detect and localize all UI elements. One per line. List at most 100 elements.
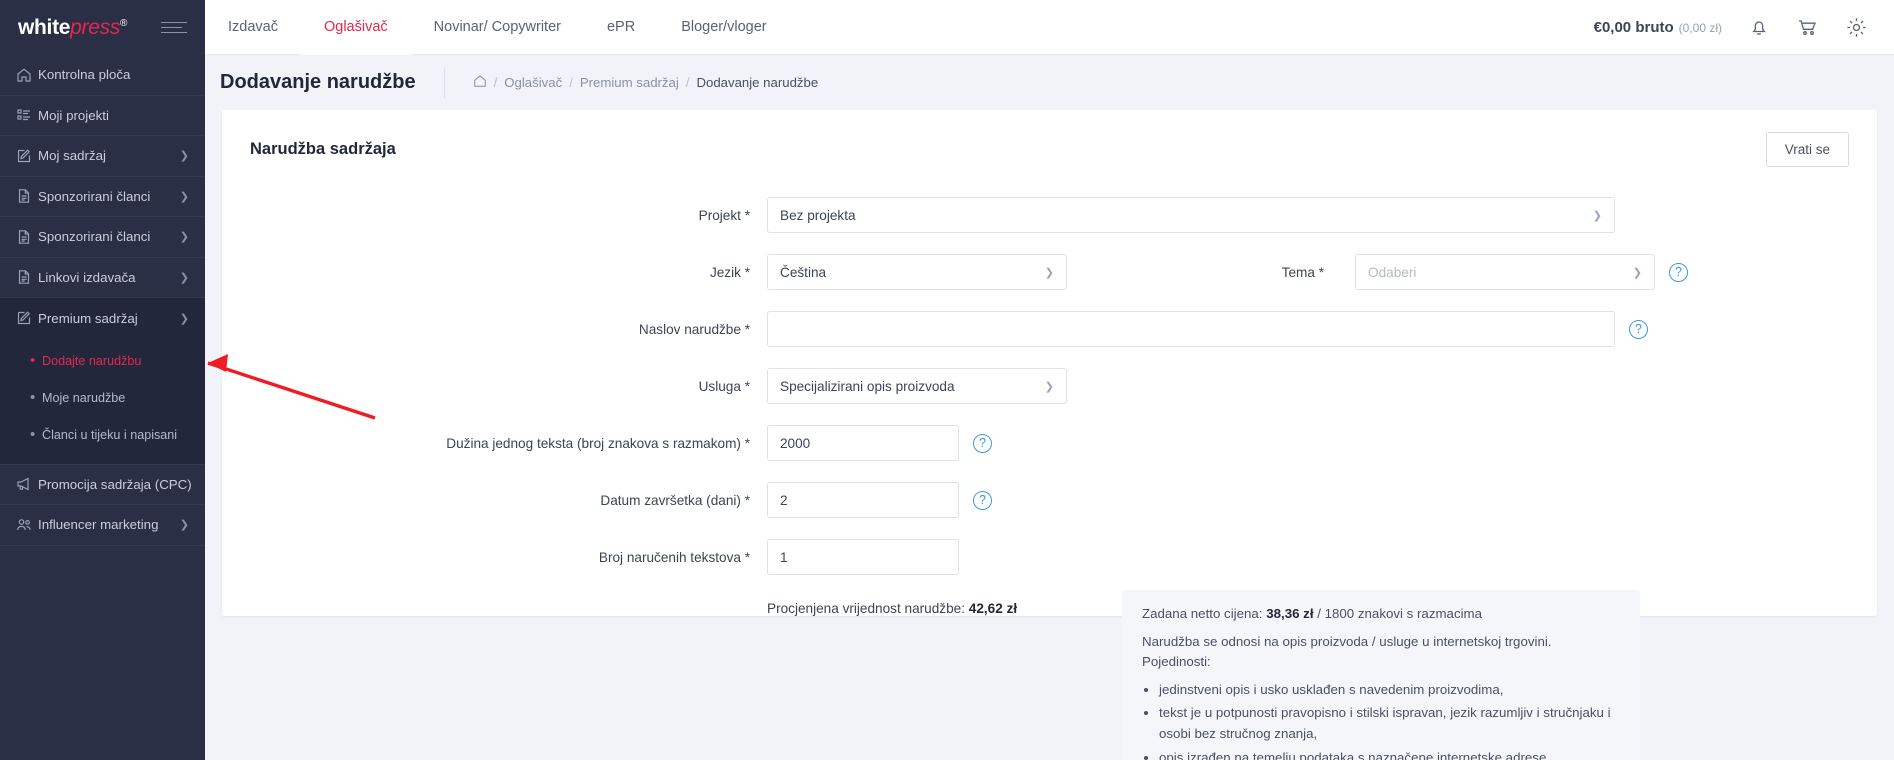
tab-label: Oglašivač — [323, 19, 388, 35]
tab-novinar-copywriter[interactable]: Novinar/ Copywriter — [411, 0, 584, 55]
text-length-help-icon[interactable]: ? — [973, 433, 992, 453]
topic-help-icon[interactable]: ? — [1669, 262, 1688, 282]
balance-amount: €0,00 bruto — [1593, 18, 1674, 36]
chevron-right-icon: ❯ — [179, 190, 189, 203]
language-value: Čeština — [780, 264, 827, 280]
form-row-deadline: Datum završetka (dani) * 2 ? — [222, 482, 1877, 518]
text-length-input[interactable]: 2000 — [767, 425, 959, 461]
chevron-down-icon: ❯ — [179, 312, 189, 325]
people-icon — [16, 517, 38, 533]
sidebar-item-promocija-sadrzaja[interactable]: Promocija sadržaja (CPC) — [0, 465, 205, 505]
project-control: Bez projekta ❯ — [767, 197, 1615, 233]
breadcrumb-item-premium-sadrzaj[interactable]: Premium sadržaj — [580, 75, 679, 90]
form-row-project: Projekt * Bez projekta ❯ — [222, 197, 1877, 233]
texts-count-label: Broj naručenih tekstova * — [598, 550, 750, 565]
tab-bloger-vloger[interactable]: Bloger/vloger — [658, 0, 789, 55]
cart-icon[interactable] — [1796, 16, 1819, 38]
form-row-order-title: Naslov narudžbe * ? — [222, 311, 1877, 347]
sidebar-group-premium-sadrzaj: Premium sadržaj ❯ • Dodajte narudžbu • M… — [0, 298, 205, 465]
info-price-value: 38,36 zł — [1266, 606, 1314, 621]
tab-label: Izdavač — [228, 19, 278, 35]
order-card: Narudžba sadržaja Vrati se Projekt * Bez… — [222, 110, 1877, 760]
tab-label: Novinar/ Copywriter — [433, 19, 561, 35]
form-row-texts-count: Broj naručenih tekstova * 1 — [222, 539, 1877, 575]
tab-izdavac[interactable]: Izdavač — [205, 0, 301, 55]
gear-icon[interactable] — [1845, 16, 1868, 39]
order-title-help-icon[interactable]: ? — [1629, 319, 1648, 339]
whitepress-logo[interactable]: whitepress® — [18, 16, 127, 40]
sidebar: whitepress® Kontrolna ploča Moji projekt… — [0, 0, 205, 760]
sidebar-item-label: Linkovi izdavača — [38, 269, 136, 285]
tab-epr[interactable]: ePR — [584, 0, 658, 55]
edit-icon — [16, 148, 38, 164]
deadline-label: Datum završetka (dani) * — [600, 493, 750, 508]
language-label: Jezik * — [709, 265, 750, 280]
info-intro: Narudžba se odnosi na opis proizvoda / u… — [1142, 633, 1552, 670]
breadcrumb-item-current: Dodavanje narudžbe — [696, 75, 819, 90]
document-icon — [16, 229, 38, 245]
home-icon[interactable] — [473, 74, 487, 91]
page-title: Dodavanje narudžbe — [220, 71, 416, 93]
sidebar-item-premium-sadrzaj[interactable]: Premium sadržaj ❯ — [0, 298, 205, 339]
topic-select[interactable]: Odaberi ❯ — [1355, 254, 1655, 290]
texts-count-input[interactable]: 1 — [767, 539, 959, 575]
form-row-language-topic: Jezik * Čeština ❯ Tema * Odaberi ❯ ? — [222, 254, 1877, 290]
sidebar-subitem-label: Članci u tijeku i napisani — [42, 428, 178, 442]
sidebar-item-kontrolna-ploca[interactable]: Kontrolna ploča — [0, 55, 205, 96]
sidebar-item-label: Influencer marketing — [38, 517, 159, 533]
text-length-control: 2000 ? — [767, 425, 992, 461]
language-select[interactable]: Čeština ❯ — [767, 254, 1067, 290]
text-length-value: 2000 — [780, 435, 811, 451]
chevron-down-icon: ❯ — [1044, 266, 1054, 279]
sidebar-subitem-moje-narudzbe[interactable]: • Moje narudžbe — [0, 380, 205, 417]
deadline-input[interactable]: 2 — [767, 482, 959, 518]
info-price-prefix: Zadana netto cijena: — [1142, 606, 1263, 621]
language-control: Čeština ❯ Tema * Odaberi ❯ ? — [767, 254, 1688, 290]
sidebar-subitem-dodajte-narudzbu[interactable]: • Dodajte narudžbu — [0, 343, 205, 380]
bell-icon[interactable] — [1748, 16, 1770, 38]
hamburger-icon[interactable] — [161, 22, 187, 33]
order-title-control: ? — [767, 311, 1648, 347]
deadline-help-icon[interactable]: ? — [973, 490, 992, 510]
order-title-input[interactable] — [767, 311, 1615, 347]
info-bullet: tekst je u potpunosti pravopisno i stils… — [1159, 703, 1620, 744]
tab-oglasivac[interactable]: Oglašivač — [301, 0, 411, 55]
topic-placeholder: Odaberi — [1368, 264, 1417, 280]
project-select[interactable]: Bez projekta ❯ — [767, 197, 1615, 233]
chevron-right-icon: ❯ — [179, 519, 189, 532]
form-row-service: Usluga * Specijalizirani opis proizvoda … — [222, 368, 1877, 404]
back-button[interactable]: Vrati se — [1765, 132, 1849, 167]
sidebar-item-moj-sadrzaj[interactable]: Moj sadržaj ❯ — [0, 136, 205, 177]
deadline-value: 2 — [780, 492, 788, 508]
page-header: Dodavanje narudžbe / Oglašivač / Premium… — [205, 55, 1894, 110]
texts-count-control: 1 — [767, 539, 959, 575]
breadcrumb-item-oglasivac[interactable]: Oglašivač — [504, 75, 562, 90]
card-header: Narudžba sadržaja Vrati se — [222, 110, 1877, 187]
service-value: Specijalizirani opis proizvoda — [780, 378, 955, 394]
service-select[interactable]: Specijalizirani opis proizvoda ❯ — [767, 368, 1067, 404]
tab-label: ePR — [606, 19, 636, 35]
chevron-right-icon: ❯ — [179, 271, 189, 284]
estimate-value: 42,62 zł — [968, 601, 1018, 616]
top-navbar: Izdavač Oglašivač Novinar/ Copywriter eP… — [205, 0, 1894, 55]
sidebar-item-influencer-marketing[interactable]: Influencer marketing ❯ — [0, 505, 205, 546]
chevron-down-icon: ❯ — [1044, 380, 1054, 393]
sidebar-item-label: Sponzorirani članci — [38, 229, 151, 245]
sidebar-item-sponzorirani-clanci-1[interactable]: Sponzorirani članci ❯ — [0, 177, 205, 217]
card-title: Narudžba sadržaja — [250, 140, 396, 158]
sidebar-item-linkovi-izdavaca[interactable]: Linkovi izdavača ❯ — [0, 258, 205, 298]
sidebar-subitem-label: Moje narudžbe — [42, 391, 126, 405]
chevron-right-icon: ❯ — [179, 231, 189, 244]
sidebar-subitem-label: Dodajte narudžbu — [42, 354, 142, 368]
balance-secondary: (0,00 zł) — [1678, 20, 1722, 35]
chevron-right-icon: ❯ — [179, 150, 189, 163]
sidebar-item-sponzorirani-clanci-2[interactable]: Sponzorirani članci ❯ — [0, 217, 205, 258]
sidebar-item-label: Sponzorirani članci — [38, 188, 151, 204]
edit-icon — [16, 310, 38, 326]
sidebar-item-moji-projekti[interactable]: Moji projekti — [0, 96, 205, 136]
chevron-down-icon: ❯ — [1592, 209, 1602, 222]
brand-header: whitepress® — [0, 0, 205, 55]
info-price-suffix: / 1800 znakovi s razmacima — [1317, 606, 1483, 621]
chevron-down-icon: ❯ — [1632, 266, 1642, 279]
sidebar-subitem-clanci-u-tijeku[interactable]: • Članci u tijeku i napisani — [0, 417, 205, 454]
